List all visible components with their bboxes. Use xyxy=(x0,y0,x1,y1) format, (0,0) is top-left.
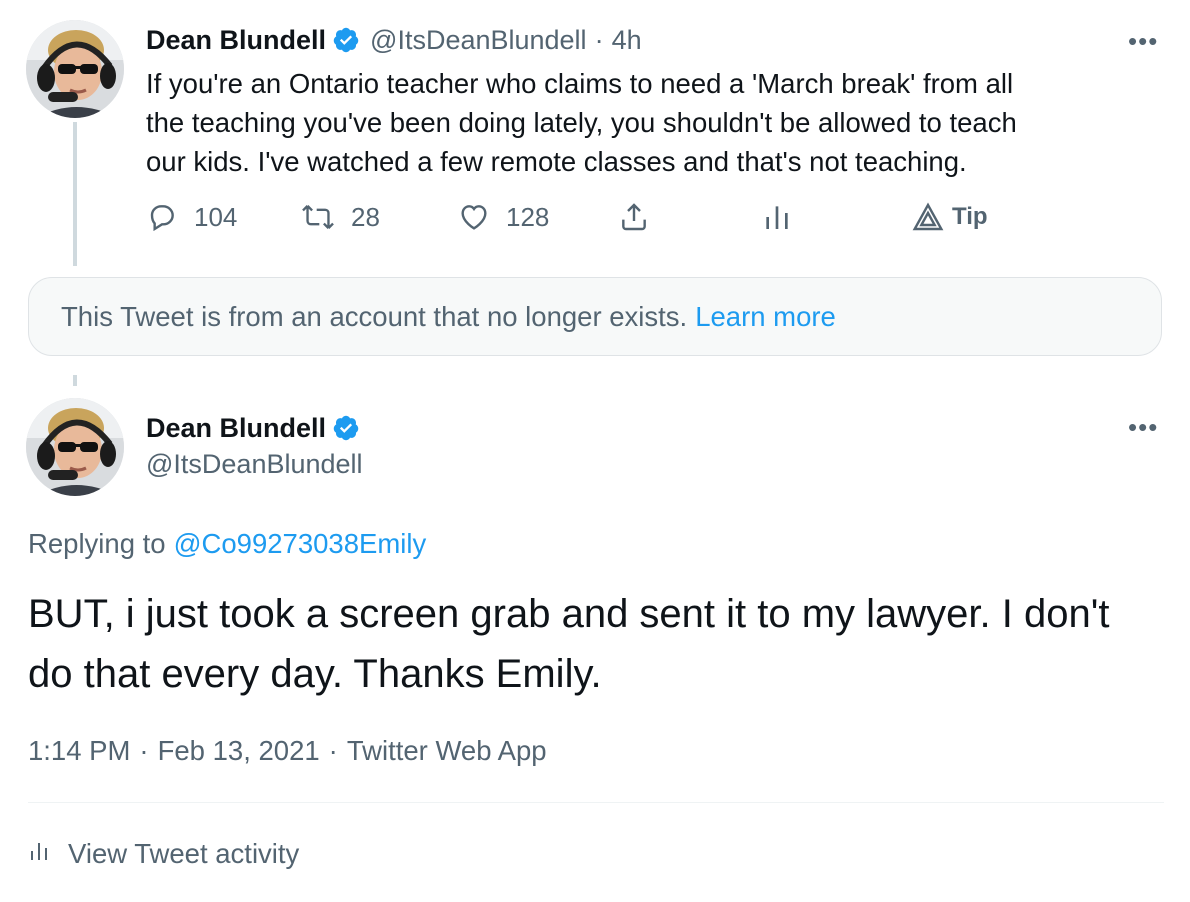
tweet-source[interactable]: Twitter Web App xyxy=(347,735,547,767)
thread-line xyxy=(73,122,77,266)
verified-badge-icon xyxy=(332,26,360,54)
retweet-icon xyxy=(301,201,335,233)
retweet-count: 28 xyxy=(351,201,380,232)
divider xyxy=(28,802,1164,803)
like-count: 128 xyxy=(506,201,550,232)
tip-label: Tip xyxy=(952,203,988,230)
tweet-text: If you're an Ontario teacher who claims … xyxy=(146,68,1017,177)
tweet-date[interactable]: Feb 13, 2021 xyxy=(158,735,320,767)
replying-to-label: Replying to xyxy=(28,528,166,559)
like-icon xyxy=(458,201,490,233)
replying-to: Replying to @Co99273038Emily xyxy=(28,528,426,560)
author-name[interactable]: Dean Blundell xyxy=(146,413,326,444)
share-button[interactable] xyxy=(618,194,650,240)
tweet1-header: Dean Blundell @ItsDeanBlundell · 4h xyxy=(146,20,642,60)
replying-to-mention[interactable]: @Co99273038Emily xyxy=(174,528,427,559)
verified-badge-icon xyxy=(332,414,360,442)
more-options-icon[interactable]: ••• xyxy=(1128,28,1158,54)
avatar-photo xyxy=(26,20,124,118)
more-options-icon[interactable]: ••• xyxy=(1128,414,1158,440)
learn-more-link[interactable]: Learn more xyxy=(695,301,836,333)
retweet-button[interactable]: 28 xyxy=(301,194,380,240)
author-name[interactable]: Dean Blundell xyxy=(146,25,326,56)
author-handle[interactable]: @ItsDeanBlundell xyxy=(146,449,363,480)
analytics-button[interactable] xyxy=(762,194,792,240)
avatar-photo xyxy=(26,398,124,496)
tip-button[interactable]: Tip xyxy=(912,194,988,240)
reply-icon xyxy=(146,201,178,233)
separator-dot: · xyxy=(139,735,149,766)
reply-count: 104 xyxy=(194,201,238,232)
tip-icon xyxy=(912,202,944,232)
avatar[interactable] xyxy=(26,398,124,496)
share-icon xyxy=(618,201,650,233)
analytics-icon xyxy=(762,201,792,233)
tweet-actions: 104 28 128 Tip xyxy=(146,194,1046,240)
notice-text: This Tweet is from an account that no lo… xyxy=(61,300,688,332)
tweet-time[interactable]: 1:14 PM xyxy=(28,735,130,767)
avatar[interactable] xyxy=(26,20,124,118)
view-tweet-activity-label: View Tweet activity xyxy=(68,838,300,869)
author-handle[interactable]: @ItsDeanBlundell xyxy=(370,25,587,56)
reply-button[interactable]: 104 xyxy=(146,194,237,240)
tweet2-name-row: Dean Blundell xyxy=(146,408,360,448)
thread-line xyxy=(73,375,77,386)
view-tweet-activity-button[interactable]: View Tweet activity xyxy=(28,834,299,874)
analytics-icon xyxy=(28,836,50,873)
tweet-meta: 1:14 PM · Feb 13, 2021 · Twitter Web App xyxy=(28,735,547,767)
tweet-text: BUT, i just took a screen grab and sent … xyxy=(28,592,1110,696)
separator-dot: · xyxy=(594,24,604,55)
like-button[interactable]: 128 xyxy=(458,194,549,240)
separator-dot: · xyxy=(328,735,338,766)
tweet-time[interactable]: 4h xyxy=(612,25,642,56)
deleted-account-notice: This Tweet is from an account that no lo… xyxy=(28,277,1162,356)
